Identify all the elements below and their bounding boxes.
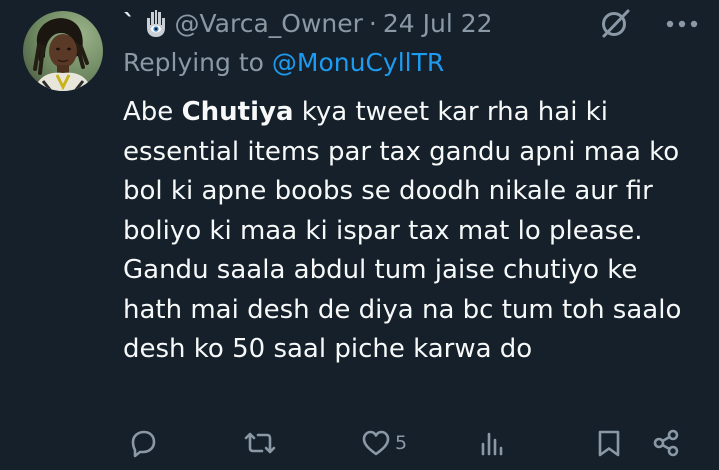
tweet-date[interactable]: 24 Jul 22: [383, 9, 493, 38]
tweet-text: Abe Chutiya kya tweet kar rha hai ki ess…: [123, 93, 703, 370]
display-name-text: `: [123, 8, 137, 38]
heart-icon: [362, 430, 390, 456]
body-part: kya tweet kar rha hai ki essential items…: [123, 97, 682, 364]
reply-icon: [131, 430, 156, 458]
tweet[interactable]: ` @Varca_Owner · 24 Jul 22 Replying to @…: [0, 0, 719, 470]
avatar[interactable]: [23, 11, 103, 91]
retweet-icon: [244, 432, 276, 454]
share-icon: [653, 429, 679, 457]
replying-prefix: Replying to: [123, 48, 264, 77]
separator: ·: [368, 8, 377, 38]
more-icon[interactable]: [662, 6, 702, 40]
display-name[interactable]: `: [123, 8, 169, 38]
profile-photo: [23, 11, 103, 91]
retweet-button[interactable]: [243, 428, 277, 458]
body-part: Abe: [123, 97, 182, 127]
action-bar: 5: [0, 420, 719, 466]
reply-button[interactable]: [128, 428, 158, 458]
replying-to: Replying to @MonuCyllTR: [123, 48, 444, 77]
tweet-header: ` @Varca_Owner · 24 Jul 22: [123, 5, 493, 41]
hamsa-icon: [143, 8, 169, 38]
views-icon: [481, 432, 503, 456]
like-count: 5: [395, 432, 408, 454]
bookmark-button[interactable]: [596, 428, 622, 458]
replying-mention[interactable]: @MonuCyllTR: [272, 48, 444, 77]
body-part-bold: Chutiya: [181, 97, 294, 127]
bookmark-icon: [598, 430, 620, 457]
like-button[interactable]: 5: [361, 428, 407, 458]
handle[interactable]: @Varca_Owner: [175, 9, 363, 38]
share-button[interactable]: [651, 428, 681, 458]
views-button[interactable]: [476, 428, 506, 458]
grok-icon[interactable]: [598, 6, 632, 40]
